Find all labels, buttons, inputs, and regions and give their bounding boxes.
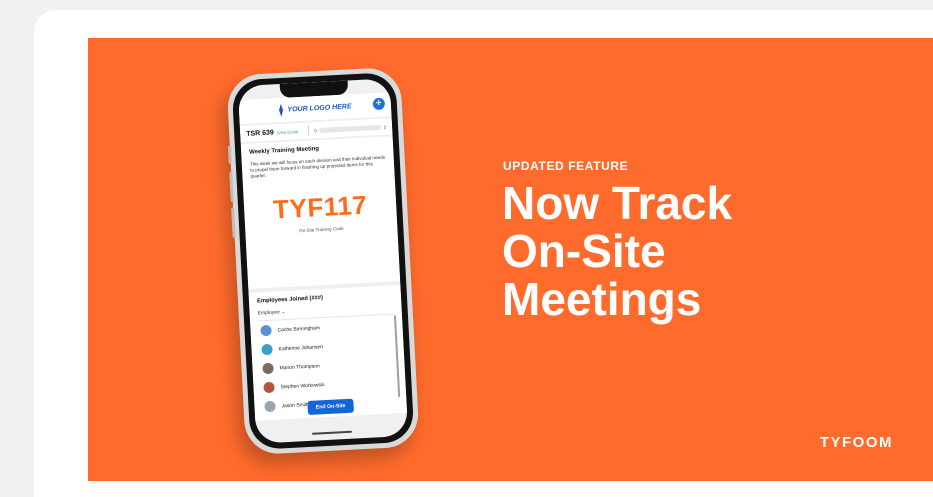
phone-volume-down bbox=[231, 207, 236, 238]
tsr-progress-bar bbox=[319, 124, 381, 133]
tsr-status: (Very Good) bbox=[276, 128, 299, 135]
plus-icon[interactable]: + bbox=[372, 97, 386, 111]
phone-side-button bbox=[227, 145, 232, 164]
meeting-card: Weekly Training Meeting This week we wil… bbox=[240, 136, 401, 289]
employee-name: Katherine Johansen bbox=[278, 343, 324, 352]
avatar bbox=[260, 324, 272, 337]
chevron-down-icon: ⌄ bbox=[281, 309, 286, 316]
headline-line-2: On-Site bbox=[502, 225, 666, 277]
meeting-title: Weekly Training Meeting bbox=[249, 146, 320, 156]
employee-name: Cache Birmingham bbox=[277, 324, 321, 333]
headline-line-3: Meetings bbox=[502, 273, 702, 325]
phone-mockup: YOUR LOGO HERE + TSR 639 (Very Good) 0 2… bbox=[226, 66, 420, 456]
eyebrow-text: UPDATED FEATURE bbox=[503, 159, 629, 173]
employees-title: Employees Joined (###) bbox=[256, 295, 324, 305]
employee-filter-label: Employee bbox=[257, 309, 281, 317]
phone-volume-up bbox=[229, 171, 234, 202]
meeting-description: This week we will focus on each division… bbox=[249, 154, 386, 179]
logo-text: YOUR LOGO HERE bbox=[287, 102, 352, 114]
employee-name: Stephen Workowski bbox=[280, 381, 325, 390]
headline-line-1: Now Track bbox=[502, 177, 733, 229]
avatar bbox=[261, 343, 273, 356]
brand-logo: TYFOOM bbox=[819, 434, 893, 451]
promo-banner: YOUR LOGO HERE + TSR 639 (Very Good) 0 2… bbox=[88, 38, 933, 481]
avatar bbox=[262, 362, 274, 375]
tsr-right-number: 2 bbox=[383, 124, 387, 130]
tsr-label: TSR 639 bbox=[246, 128, 275, 138]
phone-bezel: YOUR LOGO HERE + TSR 639 (Very Good) 0 2… bbox=[231, 71, 415, 451]
app-logo: YOUR LOGO HERE bbox=[278, 100, 352, 117]
tsr-left-number: 0 bbox=[314, 127, 317, 133]
logo-flame-icon bbox=[279, 103, 284, 117]
avatar bbox=[264, 400, 276, 413]
divider bbox=[308, 125, 310, 136]
training-code: TYF117 bbox=[272, 189, 368, 225]
employee-name: Marion Thompson bbox=[279, 362, 320, 371]
end-on-site-button[interactable]: End On-Site bbox=[307, 398, 354, 415]
phone-screen: YOUR LOGO HERE + TSR 639 (Very Good) 0 2… bbox=[237, 78, 409, 444]
headline: Now Track On-Site Meetings bbox=[502, 179, 882, 323]
avatar bbox=[263, 381, 275, 394]
home-indicator bbox=[311, 430, 353, 435]
